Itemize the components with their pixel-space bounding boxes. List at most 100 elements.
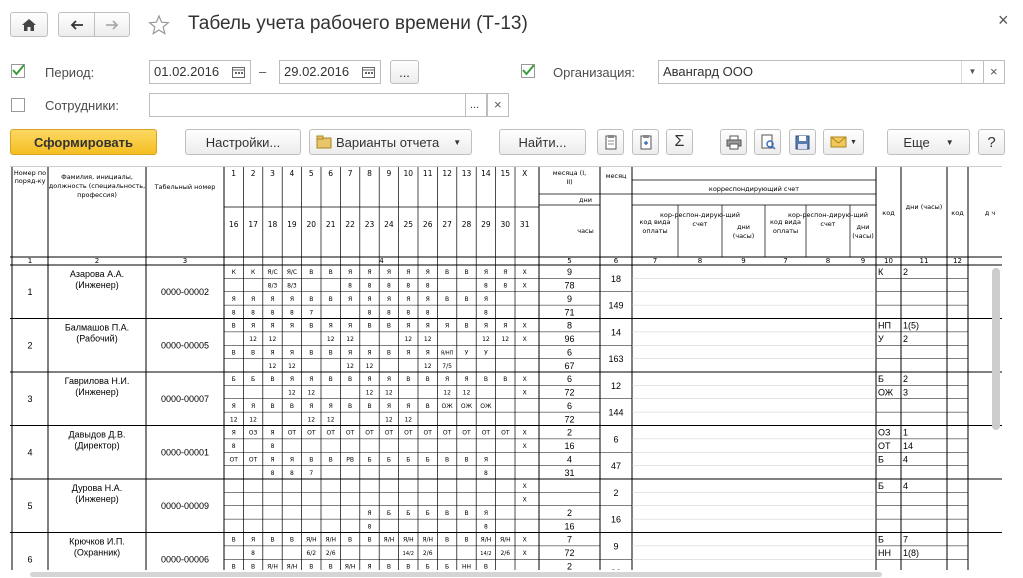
- half-hours: 96: [564, 334, 574, 344]
- day-cell: Я: [251, 296, 255, 303]
- day-cell: 2/6: [500, 550, 510, 557]
- day-cell: Я: [387, 376, 391, 383]
- half-days: 8: [567, 321, 572, 331]
- org-field[interactable]: Авангард ООО ▼: [658, 60, 984, 84]
- half-days: 9: [567, 267, 572, 277]
- employees-clear-button[interactable]: ×: [487, 93, 509, 117]
- day-cell: В: [309, 349, 313, 356]
- day-header: 30: [501, 220, 511, 229]
- day-cell: Я: [406, 403, 410, 410]
- org-clear-button[interactable]: ×: [983, 60, 1005, 84]
- day-cell: 12: [424, 336, 432, 343]
- day-cell: В: [464, 510, 468, 517]
- expand-report-button[interactable]: [632, 129, 659, 155]
- header-num: Номер по: [14, 169, 46, 177]
- period-to-field[interactable]: 29.02.2016: [279, 60, 381, 84]
- half-hours: 16: [564, 521, 574, 531]
- day-cell: 12: [269, 363, 277, 370]
- day-cell: В: [503, 376, 507, 383]
- day-cell: ОТ: [482, 430, 491, 437]
- day-cell: В: [348, 537, 352, 544]
- day-cell: 8: [232, 309, 236, 316]
- close-icon[interactable]: ×: [998, 10, 1009, 31]
- employee-name: Гаврилова Н.И.: [65, 376, 130, 386]
- forward-button[interactable]: [94, 12, 130, 37]
- calendar-icon[interactable]: [362, 66, 375, 78]
- period-from-value: 01.02.2016: [154, 64, 220, 79]
- star-icon[interactable]: [148, 14, 170, 36]
- day-cell: НН: [462, 563, 471, 570]
- send-email-button[interactable]: ▼: [823, 129, 864, 155]
- day-cell: Я: [406, 296, 410, 303]
- day-cell: ОТ: [385, 430, 394, 437]
- find-button[interactable]: Найти...: [499, 129, 586, 155]
- day-cell: Я: [290, 323, 294, 330]
- month-days: 14: [611, 327, 621, 337]
- employees-field[interactable]: [149, 93, 487, 117]
- day-cell: В: [329, 296, 333, 303]
- header-korr: счет: [692, 220, 707, 228]
- day-cell: X: [523, 443, 527, 450]
- vertical-scrollbar[interactable]: [992, 268, 1000, 430]
- report-variants-button[interactable]: Варианты отчета ▼: [309, 129, 472, 155]
- employees-select-button[interactable]: ...: [465, 93, 487, 117]
- day-header: 12: [442, 169, 452, 178]
- day-cell: В: [251, 349, 255, 356]
- day-header: 8: [367, 169, 372, 178]
- period-checkbox[interactable]: [11, 64, 25, 78]
- arrow-left-icon: [70, 19, 83, 30]
- absence-days: 4: [903, 481, 908, 491]
- period-select-button[interactable]: ...: [390, 60, 419, 84]
- day-header: 21: [326, 220, 336, 229]
- day-cell: 8: [484, 470, 488, 477]
- day-header: 20: [307, 220, 317, 229]
- more-button[interactable]: Еще ▼: [887, 129, 970, 155]
- column-number: 10: [884, 257, 893, 265]
- row-number: 1: [27, 287, 32, 297]
- day-cell: Я: [290, 349, 294, 356]
- print-button[interactable]: [720, 129, 747, 155]
- timesheet-table: Номер попоряд-ку Фамилия, инициалы,должно…: [10, 167, 1002, 570]
- horizontal-scrollbar[interactable]: [30, 572, 882, 577]
- employees-checkbox[interactable]: [11, 98, 25, 112]
- day-header: 24: [384, 220, 394, 229]
- period-from-field[interactable]: 01.02.2016: [149, 60, 251, 84]
- copy-report-button[interactable]: [597, 129, 624, 155]
- day-header: 1: [231, 169, 236, 178]
- day-cell: 8: [484, 523, 488, 530]
- day-cell: Б: [387, 456, 391, 463]
- half-days: 9: [567, 294, 572, 304]
- day-header: 7: [348, 169, 353, 178]
- generate-button[interactable]: Сформировать: [10, 129, 157, 155]
- day-cell: В: [309, 456, 313, 463]
- absence-code: К: [878, 267, 884, 277]
- help-button[interactable]: ?: [978, 129, 1005, 155]
- save-button[interactable]: [789, 129, 816, 155]
- day-cell: Б: [406, 456, 410, 463]
- back-button[interactable]: [58, 12, 95, 37]
- day-cell: 8: [426, 283, 430, 290]
- day-cell: Я: [232, 430, 236, 437]
- header-days: дни: [579, 196, 592, 204]
- dropdown-arrow-icon: ▼: [945, 137, 954, 147]
- half-hours: 16: [564, 441, 574, 451]
- calendar-icon[interactable]: [232, 66, 245, 78]
- preview-button[interactable]: [754, 129, 781, 155]
- column-number: 7: [653, 257, 657, 265]
- column-number: 9: [861, 257, 865, 265]
- org-checkbox[interactable]: [521, 64, 535, 78]
- day-cell: ОТ: [365, 430, 374, 437]
- day-cell: 12: [346, 336, 354, 343]
- sum-button[interactable]: Σ: [666, 129, 693, 155]
- row-number: 2: [27, 340, 32, 350]
- dropdown-arrow-icon[interactable]: ▼: [961, 61, 983, 83]
- timesheet-report[interactable]: Номер по поряд-ку Фамилия, инициалы, должно…: [10, 166, 1002, 570]
- day-cell: 8: [368, 283, 372, 290]
- day-cell: Я: [367, 376, 371, 383]
- home-button[interactable]: [10, 12, 48, 37]
- settings-button[interactable]: Настройки...: [185, 129, 301, 155]
- day-cell: Я: [426, 323, 430, 330]
- day-cell: Б: [251, 376, 255, 383]
- day-cell: В: [270, 403, 274, 410]
- report-variants-icon: [316, 135, 332, 149]
